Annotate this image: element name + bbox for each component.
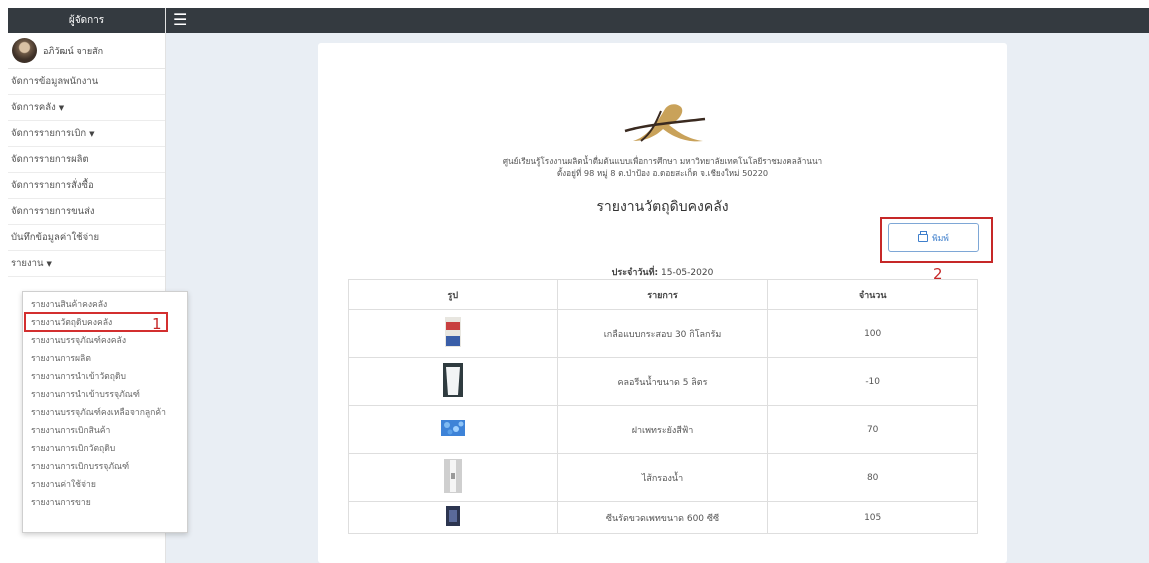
sidebar-item-label: รายงาน bbox=[11, 258, 44, 269]
table-header-row: รูป รายการ จำนวน bbox=[348, 279, 978, 310]
sidebar-item-4[interactable]: จัดการรายการสั่งซื้อ bbox=[8, 173, 165, 199]
cell-item-name: ซีนรัดขวดเพทขนาด 600 ซีซี bbox=[556, 501, 769, 534]
user-profile[interactable]: อภิวัฒน์ จายสัก bbox=[8, 33, 165, 69]
cell-quantity: 80 bbox=[767, 453, 978, 502]
water-filter-image bbox=[443, 459, 462, 496]
cell-image bbox=[348, 405, 558, 454]
cell-image bbox=[348, 357, 558, 406]
cell-item-name: ฝาเพทระยังสีฟ้า bbox=[556, 405, 769, 454]
report-menu-item-9[interactable]: รายงานการเบิกบรรจุภัณฑ์ bbox=[23, 457, 187, 475]
cell-quantity: 105 bbox=[767, 501, 978, 534]
report-menu-item-1[interactable]: รายงานวัตถุดิบคงคลัง bbox=[24, 312, 168, 332]
column-header-item: รายการ bbox=[556, 279, 769, 310]
sidebar-header: ผู้จัดการ bbox=[8, 8, 165, 33]
sidebar-role-label: ผู้จัดการ bbox=[68, 15, 105, 26]
report-menu-item-2[interactable]: รายงานบรรจุภัณฑ์คงคลัง bbox=[23, 331, 187, 349]
cell-item-name: เกลือแบบกระสอบ 30 กิโลกรัม bbox=[556, 309, 769, 358]
report-date: ประจำวันที่: 15-05-2020 bbox=[318, 265, 1007, 279]
print-button-label: พิมพ์ bbox=[932, 233, 949, 244]
date-value: 15-05-2020 bbox=[661, 268, 714, 278]
organization-address: ตั้งอยู่ที่ 98 หมู่ 8 ต.ป่าป้อง อ.ดอยสะเ… bbox=[556, 168, 769, 178]
report-menu-item-6[interactable]: รายงานบรรจุภัณฑ์คงเหลือจากลูกค้า bbox=[23, 403, 187, 421]
cell-quantity: 100 bbox=[767, 309, 978, 358]
print-button[interactable]: พิมพ์ bbox=[888, 223, 979, 252]
cell-quantity: -10 bbox=[767, 357, 978, 406]
user-name: อภิวัฒน์ จายสัก bbox=[43, 46, 104, 57]
hamburger-menu-icon[interactable]: ☰ bbox=[173, 11, 187, 29]
cell-image bbox=[348, 501, 558, 534]
top-navbar: ☰ bbox=[166, 8, 1149, 33]
inventory-table: รูป รายการ จำนวน เกลือแบบกระสอบ 30 กิโลก… bbox=[348, 279, 978, 534]
table-row: ไส้กรองน้ำ 80 bbox=[348, 453, 978, 502]
column-header-image: รูป bbox=[348, 279, 558, 310]
sidebar-item-label: จัดการรายการขนส่ง bbox=[11, 206, 95, 217]
caret-down-icon: ▼ bbox=[89, 129, 95, 138]
sidebar-item-label: จัดการข้อมูลพนักงาน bbox=[11, 76, 99, 87]
report-title: รายงานวัตถุดิบคงคลัง bbox=[596, 199, 729, 215]
caret-down-icon: ▼ bbox=[58, 103, 65, 112]
sidebar-item-label: บันทึกข้อมูลค่าใช้จ่าย bbox=[11, 232, 100, 243]
shrink-film-image bbox=[445, 506, 460, 529]
report-menu-item-8[interactable]: รายงานการเบิกวัตถุดิบ bbox=[23, 439, 187, 457]
avatar bbox=[12, 38, 37, 63]
sidebar-item-label: จัดการรายการเบิก bbox=[11, 128, 87, 139]
table-row: เกลือแบบกระสอบ 30 กิโลกรัม 100 bbox=[348, 309, 978, 358]
column-header-quantity: จำนวน bbox=[767, 279, 978, 310]
date-label: ประจำวันที่: bbox=[611, 268, 659, 278]
report-menu-item-10[interactable]: รายงานค่าใช้จ่าย bbox=[23, 475, 187, 493]
report-menu-item-3[interactable]: รายงานการผลิต bbox=[23, 349, 187, 367]
table-row: ซีนรัดขวดเพทขนาด 600 ซีซี 105 bbox=[348, 501, 978, 534]
sidebar-item-7[interactable]: รายงาน ▼ bbox=[8, 251, 165, 277]
salt-bag-image bbox=[444, 316, 462, 351]
report-menu-item-5[interactable]: รายงานการนำเข้าบรรจุภัณฑ์ bbox=[23, 385, 187, 403]
report-card: ศูนย์เรียนรู้โรงงานผลิตน้ำดื่มต้นแบบเพื่… bbox=[318, 43, 1007, 563]
sidebar-item-5[interactable]: จัดการรายการขนส่ง bbox=[8, 199, 165, 225]
report-dropdown-menu: รายงานสินค้าคงคลัง รายงานวัตถุดิบคงคลัง รา… bbox=[22, 291, 188, 533]
sidebar-item-label: จัดการรายการสั่งซื้อ bbox=[11, 180, 94, 191]
table-row: ฝาเพทระยังสีฟ้า 70 bbox=[348, 405, 978, 454]
chlorine-bucket-image bbox=[442, 363, 463, 400]
sidebar-item-label: จัดการรายการผลิต bbox=[11, 154, 89, 165]
printer-icon bbox=[918, 230, 929, 242]
report-menu-item-11[interactable]: รายงานการขาย bbox=[23, 493, 187, 511]
cell-quantity: 70 bbox=[767, 405, 978, 454]
report-menu-item-7[interactable]: รายงานการเบิกสินค้า bbox=[23, 421, 187, 439]
sidebar-item-1[interactable]: จัดการคลัง ▼ bbox=[8, 95, 165, 121]
cell-image bbox=[348, 309, 558, 358]
sidebar-menu: จัดการข้อมูลพนักงาน จัดการคลัง ▼ จัดการรายก… bbox=[8, 69, 165, 277]
report-menu-item-0[interactable]: รายงานสินค้าคงคลัง bbox=[23, 295, 187, 313]
cell-image bbox=[348, 453, 558, 502]
company-logo-icon bbox=[624, 104, 706, 142]
sidebar-item-3[interactable]: จัดการรายการผลิต bbox=[8, 147, 165, 173]
annotation-number-1: 1 bbox=[152, 315, 162, 333]
report-menu-item-4[interactable]: รายงานการนำเข้าวัตถุดิบ bbox=[23, 367, 187, 385]
sidebar-item-2[interactable]: จัดการรายการเบิก ▼ bbox=[8, 121, 165, 147]
sidebar-item-label: จัดการคลัง bbox=[11, 102, 56, 113]
sidebar-item-0[interactable]: จัดการข้อมูลพนักงาน bbox=[8, 69, 165, 95]
caret-down-icon: ▼ bbox=[46, 259, 52, 268]
cell-item-name: ไส้กรองน้ำ bbox=[556, 453, 769, 502]
cell-item-name: คลอรีนน้ำขนาด 5 ลิตร bbox=[556, 357, 769, 406]
blue-caps-image bbox=[440, 420, 465, 439]
sidebar-item-6[interactable]: บันทึกข้อมูลค่าใช้จ่าย bbox=[8, 225, 165, 251]
table-row: คลอรีนน้ำขนาด 5 ลิตร -10 bbox=[348, 357, 978, 406]
